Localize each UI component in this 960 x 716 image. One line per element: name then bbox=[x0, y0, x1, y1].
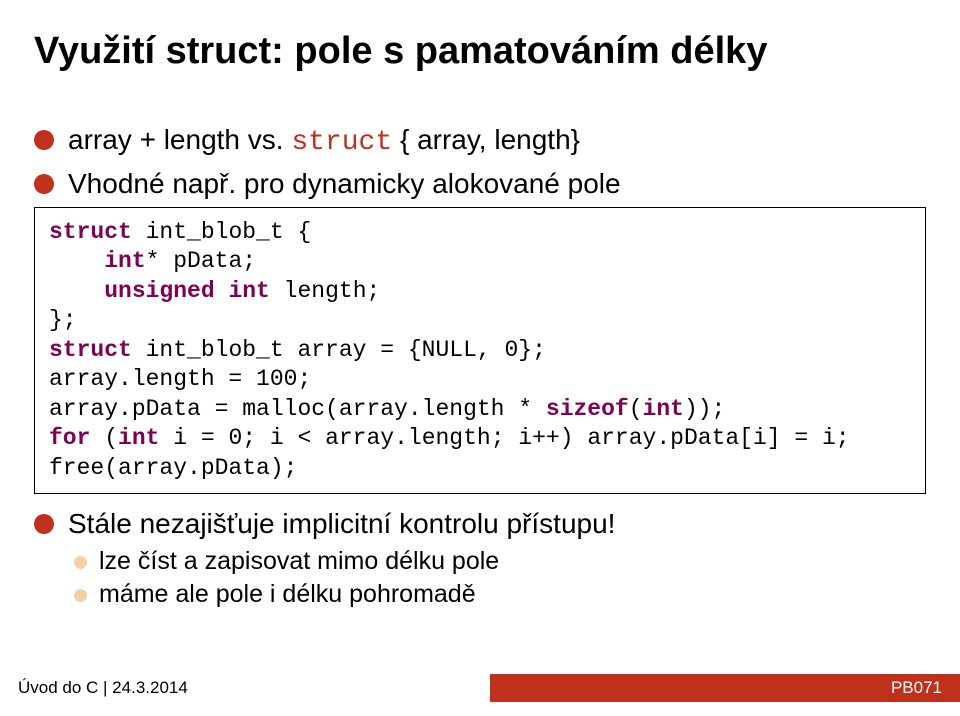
bullet-1-text: array + length vs. struct { array, lengt… bbox=[68, 122, 580, 160]
code-text bbox=[49, 278, 104, 304]
bullet-dot-icon bbox=[34, 130, 54, 150]
code-kw: for bbox=[49, 425, 90, 451]
bullet-3-text: Stále nezajišťuje implicitní kontrolu př… bbox=[68, 506, 615, 541]
code-text: i = 0; i < array.length; i++) array.pDat… bbox=[159, 425, 849, 451]
bullet-dot-icon bbox=[34, 514, 54, 534]
code-text bbox=[215, 278, 229, 304]
bullet-1-code: struct bbox=[291, 127, 392, 158]
slide-content: array + length vs. struct { array, lengt… bbox=[34, 122, 926, 609]
bullet-1-part-c: { array, length} bbox=[392, 124, 580, 155]
code-text: length; bbox=[270, 278, 380, 304]
slide-title: Využití struct: pole s pamatováním délky bbox=[34, 30, 767, 73]
code-kw: sizeof bbox=[546, 396, 629, 422]
code-text: array.pData = malloc(array.length * bbox=[49, 396, 546, 422]
bullet-1: array + length vs. struct { array, lengt… bbox=[34, 122, 926, 160]
bullet-1-part-a: array + length vs. bbox=[68, 124, 291, 155]
bullet-dot-icon bbox=[34, 174, 54, 194]
subbullet-2-text: máme ale pole i délku pohromadě bbox=[99, 580, 476, 609]
code-block: struct int_blob_t { int* pData; unsigned… bbox=[34, 207, 926, 494]
footer-right: PB071 bbox=[891, 678, 942, 698]
footer-bar bbox=[490, 674, 960, 702]
subbullet-1-text: lze číst a zapisovat mimo délku pole bbox=[99, 547, 499, 576]
code-type: int bbox=[104, 248, 145, 274]
footer-left: Úvod do C | 24.3.2014 bbox=[18, 678, 188, 698]
bullet-2-text: Vhodné např. pro dynamicky alokované pol… bbox=[68, 166, 621, 201]
code-type: int bbox=[118, 425, 159, 451]
code-text: ( bbox=[629, 396, 643, 422]
code-text: int_blob_t { bbox=[132, 219, 311, 245]
code-text: * pData; bbox=[146, 248, 256, 274]
code-text: ( bbox=[90, 425, 118, 451]
code-type: int bbox=[228, 278, 269, 304]
bullet-2: Vhodné např. pro dynamicky alokované pol… bbox=[34, 166, 926, 201]
code-text bbox=[49, 248, 104, 274]
subbullet-dot-icon bbox=[74, 556, 87, 569]
subbullet-2: máme ale pole i délku pohromadě bbox=[74, 580, 926, 609]
subbullet-1: lze číst a zapisovat mimo délku pole bbox=[74, 547, 926, 576]
code-type: int bbox=[643, 396, 684, 422]
code-text: free(array.pData); bbox=[49, 455, 297, 481]
code-kw: struct bbox=[49, 337, 132, 363]
code-text: }; bbox=[49, 307, 77, 333]
code-text: array.length = 100; bbox=[49, 366, 311, 392]
code-kw: struct bbox=[49, 219, 132, 245]
code-type: unsigned bbox=[104, 278, 214, 304]
subbullet-dot-icon bbox=[74, 589, 87, 602]
bullet-3: Stále nezajišťuje implicitní kontrolu př… bbox=[34, 506, 926, 541]
code-text: )); bbox=[684, 396, 725, 422]
code-text: int_blob_t array = {NULL, 0}; bbox=[132, 337, 546, 363]
